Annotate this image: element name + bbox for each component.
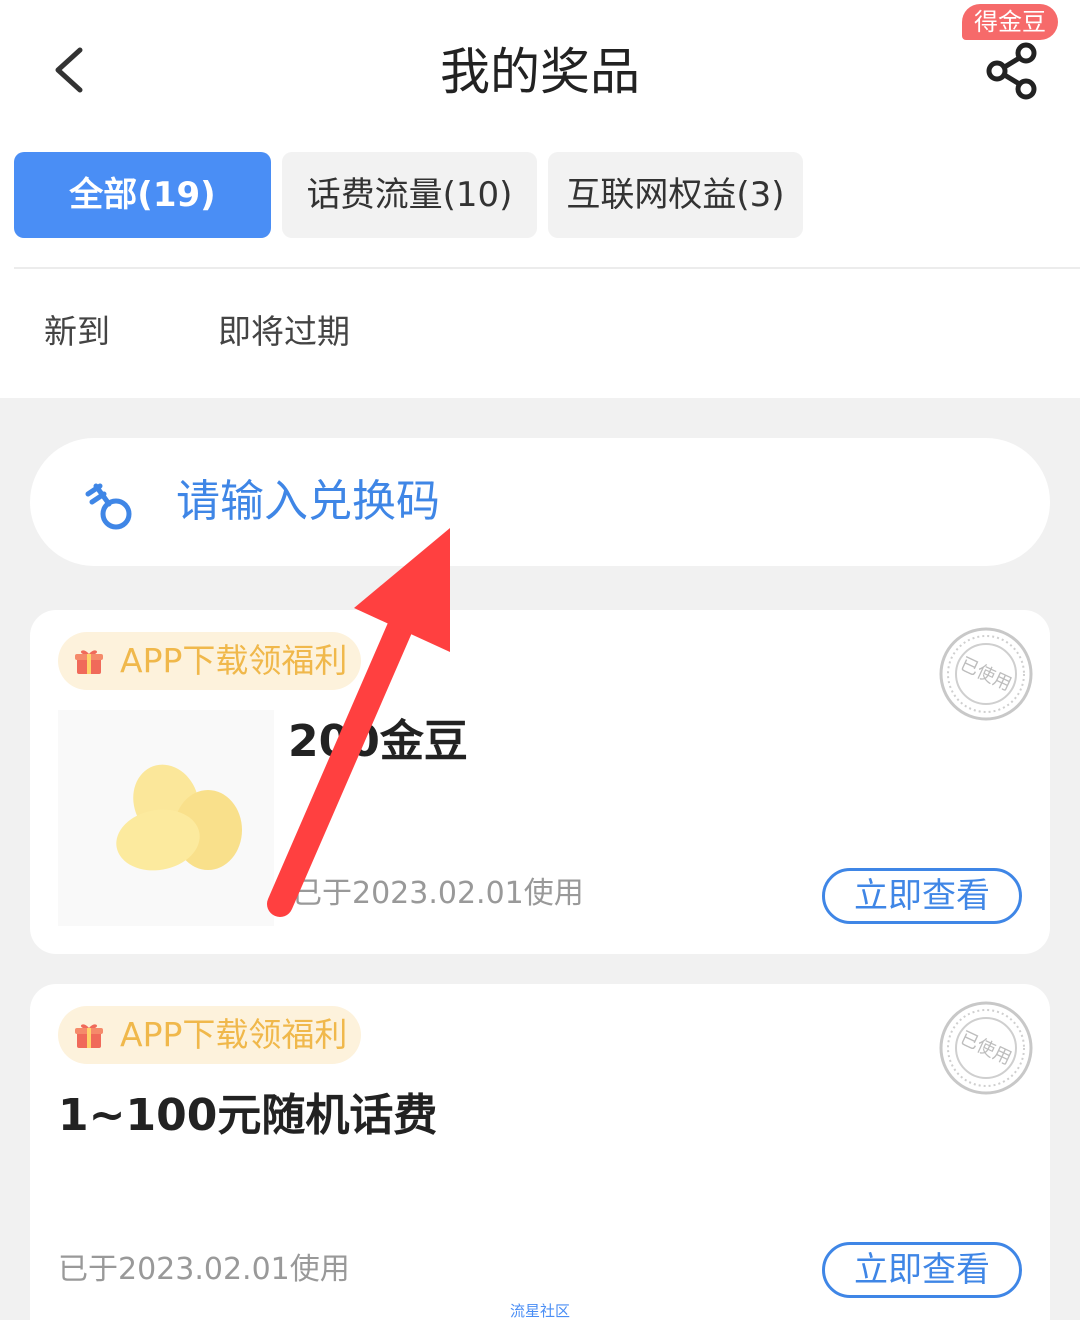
prize-name: 1~100元随机话费 <box>58 1090 438 1141</box>
view-now-button[interactable]: 立即查看 <box>822 868 1022 924</box>
used-date: 已于2023.02.01使用 <box>58 1252 350 1287</box>
view-now-button[interactable]: 立即查看 <box>822 1242 1022 1298</box>
header-bar: 我的奖品 得金豆 <box>0 0 1080 140</box>
tab-internet-benefits[interactable]: 互联网权益(3) <box>548 152 803 238</box>
sort-tab-new[interactable]: 新到 <box>44 310 110 354</box>
share-icon <box>986 42 1037 100</box>
sort-tab-expiring[interactable]: 即将过期 <box>218 310 350 354</box>
redeem-code-input[interactable]: 请输入兑换码 <box>30 438 1050 566</box>
gold-bean-badge[interactable]: 得金豆 <box>962 4 1058 40</box>
share-button[interactable] <box>982 40 1044 102</box>
tabs-divider <box>14 267 1080 269</box>
used-stamp-text: 已使用 <box>957 654 1015 696</box>
prize-name: 200金豆 <box>288 716 468 767</box>
tab-phone-data[interactable]: 话费流量(10) <box>282 152 537 238</box>
tabs-area: 全部(19) 话费流量(10) 互联网权益(3) 新到 即将过期 <box>0 140 1080 398</box>
gift-icon <box>75 650 103 674</box>
gold-bean-icon <box>116 764 242 871</box>
my-prizes-page: 我的奖品 得金豆 全部(19) 话费流量(10) 互联网权益(3) 新到 即将过… <box>0 0 1080 1320</box>
used-stamp-icon: 已使用 <box>939 627 1033 721</box>
prize-tag: APP下载领福利 <box>58 632 362 690</box>
prize-tag: APP下载领福利 <box>58 1006 362 1064</box>
used-date: 已于2023.02.01使用 <box>292 876 584 911</box>
key-icon <box>85 483 132 530</box>
prize-tag-text: APP下载领福利 <box>120 1015 348 1054</box>
used-stamp-icon: 已使用 <box>939 1001 1033 1095</box>
prize-tag-text: APP下载领福利 <box>120 641 348 680</box>
gift-icon <box>75 1024 103 1048</box>
tab-all[interactable]: 全部(19) <box>14 152 271 238</box>
prize-card[interactable]: APP下载领福利 已使用 200金豆 已于2023.02.01使用 立即查看 <box>30 610 1050 954</box>
used-stamp-text: 已使用 <box>957 1028 1015 1070</box>
page-title: 我的奖品 <box>440 43 640 101</box>
prize-card[interactable]: APP下载领福利 已使用 1~100元随机话费 已于2023.02.01使用 立… <box>30 984 1050 1320</box>
prize-thumbnail <box>58 710 274 926</box>
redeem-code-placeholder: 请输入兑换码 <box>176 476 440 527</box>
watermark: 流星社区 <box>509 1302 570 1320</box>
